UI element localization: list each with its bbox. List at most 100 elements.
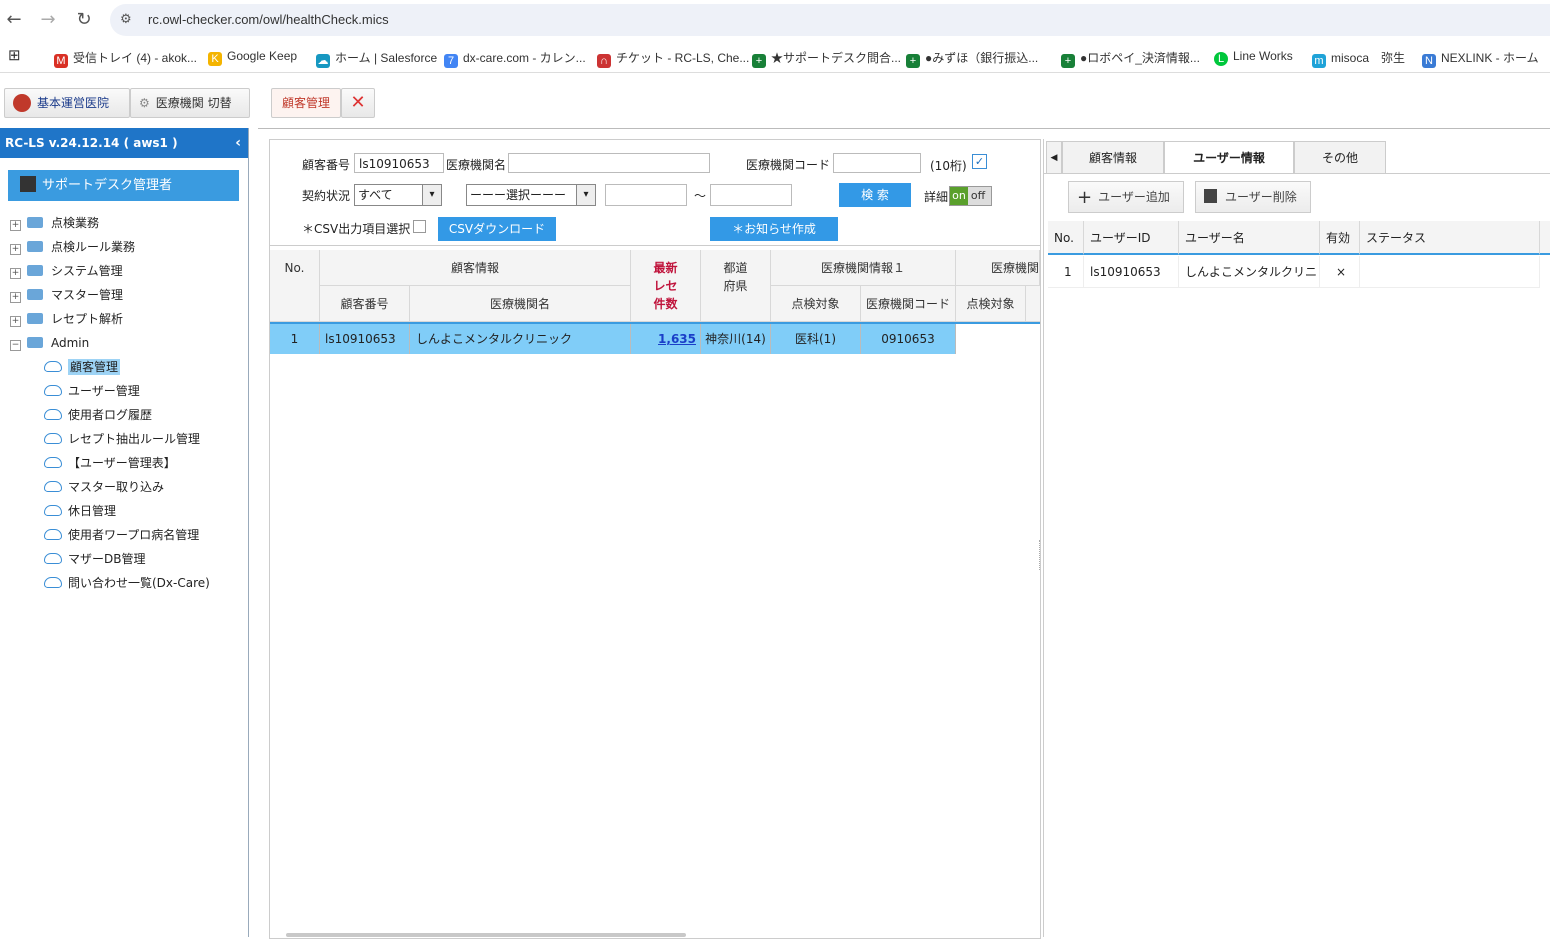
forward-icon[interactable]: →	[34, 6, 62, 34]
sidebar-item[interactable]: 使用者ログ履歴	[44, 404, 152, 426]
expand-icon[interactable]: +	[10, 268, 21, 279]
col-facility-code-header[interactable]: 医療機関コード	[861, 286, 956, 322]
url-field[interactable]: ⚙ rc.owl-checker.com/owl/healthCheck.mic…	[110, 4, 1550, 36]
cloud-icon	[44, 553, 62, 564]
bookmark-item[interactable]: 7 dx-care.com - カレン...	[444, 49, 586, 68]
sidebar-header: RC-LS v.24.12.14 ( aws1 ) ‹	[0, 128, 248, 158]
close-tab-button[interactable]: ✕	[341, 88, 375, 118]
bookmark-item[interactable]: + ★サポートデスク問合...	[752, 49, 901, 68]
sidebar-item[interactable]: 【ユーザー管理表】	[44, 452, 176, 474]
apps-grid-icon[interactable]: ⊞	[8, 46, 21, 64]
tab-user-info[interactable]: ユーザー情報	[1164, 141, 1294, 174]
col-valid-header[interactable]: 有効	[1320, 221, 1360, 255]
tab-customer-info[interactable]: 顧客情報	[1062, 141, 1164, 174]
col-no-header: No.	[270, 250, 320, 322]
category-select[interactable]: ーーー選択ーーー ▾	[466, 184, 596, 206]
bookmark-item[interactable]: K Google Keep	[208, 49, 297, 66]
bookmark-item[interactable]: N NEXLINK - ホーム	[1422, 49, 1539, 68]
cell-check-target: 医科(1)	[771, 324, 861, 354]
ticket-icon: ∩	[597, 54, 611, 68]
bookmark-item[interactable]: ☁ ホーム | Salesforce	[316, 49, 437, 68]
facility-code-input[interactable]	[833, 153, 921, 173]
sidebar-item[interactable]: ユーザー管理	[44, 380, 140, 402]
switch-facility-button[interactable]: ⚙ 医療機関 切替	[130, 88, 250, 118]
sidebar-item-customer-management[interactable]: 顧客管理	[44, 356, 121, 378]
csv-item-checkbox[interactable]	[413, 220, 426, 233]
col-check-target-header[interactable]: 点検対象	[771, 286, 861, 322]
cell-facility-code: 0910653	[861, 324, 956, 354]
collapse-icon[interactable]: −	[10, 340, 21, 351]
expand-icon[interactable]: +	[10, 316, 21, 327]
sidebar-item[interactable]: 使用者ワープロ病名管理	[44, 524, 199, 546]
bookmark-item[interactable]: m misoca 弥生	[1312, 49, 1405, 68]
reload-icon[interactable]: ↻	[70, 6, 98, 34]
col-group-facility-info-1: 医療機関情報１	[771, 250, 956, 286]
sidebar-item[interactable]: 休日管理	[44, 500, 116, 522]
bookmark-item[interactable]: + ●ロボペイ_決済情報...	[1061, 49, 1200, 68]
detail-toggle[interactable]: on off	[949, 186, 992, 206]
search-button[interactable]: 検 索	[839, 183, 911, 207]
tree-folder[interactable]: + マスター管理	[10, 284, 123, 306]
back-icon[interactable]: ←	[0, 6, 28, 34]
tab-scroll-left-icon[interactable]: ◀	[1046, 141, 1062, 174]
version-label: RC-LS v.24.12.14 ( aws1 )	[5, 136, 178, 150]
create-notice-button[interactable]: ＊お知らせ作成	[710, 217, 838, 241]
table-row[interactable]: 1 ls10910653 しんよこメンタルクリニック 1,635 神奈川(14)…	[270, 324, 1040, 354]
user-row-name[interactable]: しんよこメンタルクリニ	[1179, 256, 1320, 288]
clinic-button[interactable]: 基本運営医院	[4, 88, 130, 118]
bookmark-item[interactable]: M 受信トレイ (4) - akok...	[54, 49, 197, 68]
digits-checkbox[interactable]: ✓	[972, 154, 987, 169]
collapse-icon[interactable]: ‹	[235, 128, 241, 158]
contract-select[interactable]: すべて ▾	[354, 184, 442, 206]
col-customer-no-header[interactable]: 顧客番号	[320, 286, 410, 322]
tab-customer-management[interactable]: 顧客管理	[271, 88, 341, 118]
range-from-input[interactable]	[605, 184, 687, 206]
bookmark-item[interactable]: L Line Works	[1214, 49, 1293, 66]
tree-folder[interactable]: + システム管理	[10, 260, 123, 282]
nexlink-icon: N	[1422, 54, 1436, 68]
delete-user-button[interactable]: ユーザー削除	[1195, 181, 1311, 213]
tree-folder[interactable]: + レセプト解析	[10, 308, 123, 330]
user-row-id[interactable]: ls10910653	[1084, 256, 1179, 288]
tree-folder[interactable]: + 点検業務	[10, 212, 99, 234]
sidebar-item[interactable]: マスター取り込み	[44, 476, 164, 498]
lineworks-icon: L	[1214, 52, 1228, 66]
col-rece-count-header[interactable]: 最新 レセ 件数	[631, 250, 701, 322]
expand-icon[interactable]: +	[10, 244, 21, 255]
misoca-icon: m	[1312, 54, 1326, 68]
bookmark-item[interactable]: + ●みずほ（銀行振込...	[906, 49, 1038, 68]
sidebar-item[interactable]: レセプト抽出ルール管理	[44, 428, 200, 450]
col-overflow-header	[1026, 286, 1040, 322]
cell-rece-count-link[interactable]: 1,635	[631, 324, 701, 354]
close-icon: ✕	[350, 92, 366, 113]
site-settings-icon[interactable]: ⚙	[120, 12, 132, 27]
sidebar-item[interactable]: マザーDB管理	[44, 548, 145, 570]
col-user-name-header[interactable]: ユーザー名	[1179, 221, 1320, 255]
facility-name-input[interactable]	[508, 153, 710, 173]
csv-download-button[interactable]: CSVダウンロード	[438, 217, 556, 241]
add-user-button[interactable]: + ユーザー追加	[1068, 181, 1184, 213]
customer-list-pane: 顧客番号 ls10910653 医療機関名 医療機関コード (10桁) ✓ 契約…	[269, 139, 1041, 939]
col-check-target-2-header[interactable]: 点検対象	[956, 286, 1026, 322]
salesforce-icon: ☁	[316, 54, 330, 68]
bookmark-item[interactable]: ∩ チケット - RC-LS, Che...	[597, 49, 749, 68]
tree-folder-admin[interactable]: − Admin	[10, 332, 89, 354]
sidebar-item[interactable]: 問い合わせ一覧(Dx-Care)	[44, 572, 210, 594]
customer-no-input[interactable]: ls10910653	[354, 153, 444, 173]
tab-other[interactable]: その他	[1294, 141, 1386, 174]
col-pref-header[interactable]: 都道 府県	[701, 250, 771, 322]
horizontal-scrollbar[interactable]	[286, 933, 686, 937]
col-facility-name-header[interactable]: 医療機関名	[410, 286, 631, 322]
expand-icon[interactable]: +	[10, 220, 21, 231]
expand-icon[interactable]: +	[10, 292, 21, 303]
digits-label: (10桁)	[930, 159, 967, 173]
user-panel[interactable]: サポートデスク管理者	[8, 170, 239, 201]
tree-folder[interactable]: + 点検ルール業務	[10, 236, 135, 258]
col-status-header[interactable]: ステータス	[1360, 221, 1540, 255]
range-to-input[interactable]	[710, 184, 792, 206]
col-user-id-header[interactable]: ユーザーID	[1084, 221, 1179, 255]
search-form: 顧客番号 ls10910653 医療機関名 医療機関コード (10桁) ✓ 契約…	[270, 140, 1040, 246]
cell-pref: 神奈川(14)	[701, 324, 771, 354]
cloud-icon	[44, 577, 62, 588]
facility-code-label: 医療機関コード	[746, 158, 831, 172]
